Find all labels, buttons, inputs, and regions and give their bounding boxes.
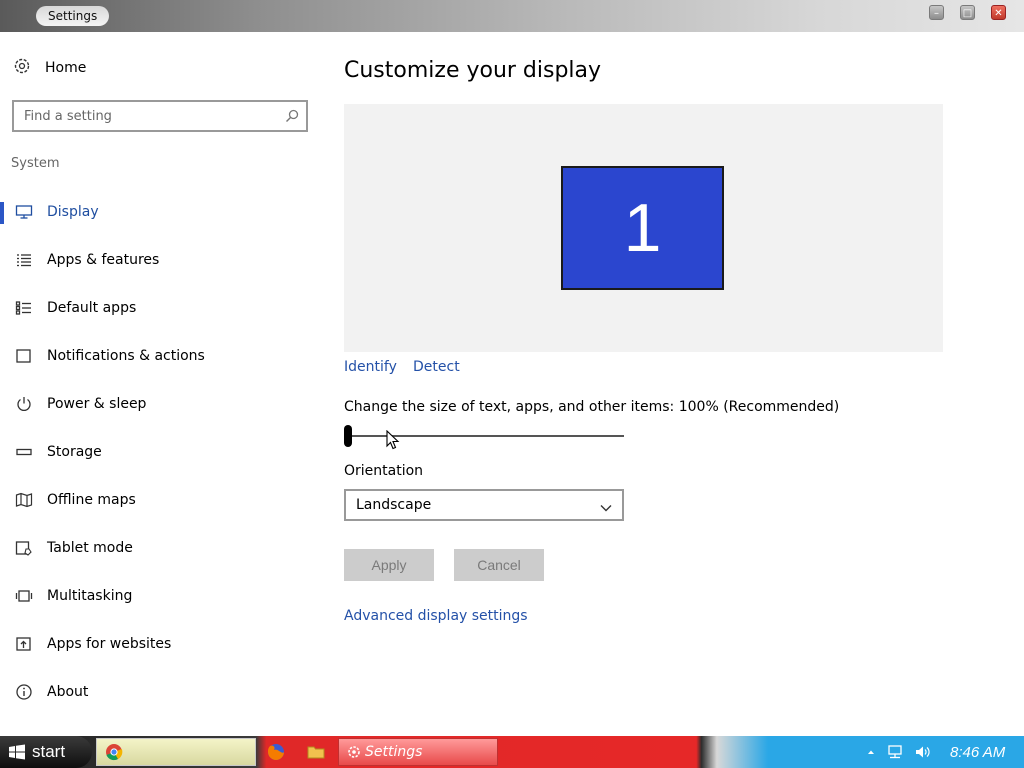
orientation-value: Landscape [356,497,432,513]
display-preview: 1 [344,104,943,352]
minimize-button[interactable]: – [929,5,944,20]
info-icon [14,682,34,702]
home-link[interactable]: Home [12,56,86,80]
search-box[interactable] [12,100,308,132]
monitor-icon [14,202,34,222]
sidebar-item-label: Power & sleep [47,396,147,412]
sidebar-item-label: Tablet mode [47,540,133,556]
folder-icon[interactable] [306,742,326,766]
sidebar-item-apps-websites[interactable]: Apps for websites [0,624,320,664]
sidebar-item-label: Storage [47,444,102,460]
title-bar: Settings – □ ✕ [0,0,1024,32]
network-icon[interactable] [886,744,904,760]
sidebar-item-label: About [47,684,89,700]
apply-button[interactable]: Apply [344,549,434,581]
home-label: Home [45,60,87,76]
sidebar-item-tablet-mode[interactable]: Tablet mode [0,528,320,568]
start-label: start [32,742,66,761]
scale-label: Change the size of text, apps, and other… [344,399,840,415]
search-icon[interactable] [285,108,299,127]
window-title: Settings [36,6,110,26]
multitask-icon [14,586,34,606]
sidebar-item-storage[interactable]: Storage [0,432,320,472]
cancel-button[interactable]: Cancel [454,549,544,581]
sidebar-item-default-apps[interactable]: Default apps [0,288,320,328]
sidebar-item-multitasking[interactable]: Multitasking [0,576,320,616]
sidebar-item-label: Multitasking [47,588,133,604]
sidebar-item-label: Apps & features [47,252,160,268]
windows-logo-icon [8,744,26,760]
notification-icon [14,346,34,366]
chevron-down-icon [599,499,613,518]
advanced-display-settings-link[interactable]: Advanced display settings [344,608,528,624]
orientation-dropdown[interactable]: Landscape [344,489,624,521]
start-button[interactable]: start [0,736,92,768]
active-indicator [0,202,4,224]
sidebar-item-label: Default apps [47,300,137,316]
sidebar-item-offline-maps[interactable]: Offline maps [0,480,320,520]
list-check-icon [14,298,34,318]
search-input[interactable] [14,102,274,130]
close-button[interactable]: ✕ [991,5,1006,20]
taskbar-item-label: Settings [365,744,423,760]
mouse-cursor-icon [386,429,400,454]
sidebar-item-display[interactable]: Display [0,192,320,232]
gear-icon [12,56,32,80]
sidebar-item-label: Offline maps [47,492,136,508]
orientation-label: Orientation [344,463,424,479]
map-icon [14,490,34,510]
monitor-tile[interactable]: 1 [561,166,724,290]
detect-link[interactable]: Detect [413,359,460,375]
page-title: Customize your display [344,58,602,83]
sidebar-item-label: Notifications & actions [47,348,205,364]
chevron-up-icon[interactable] [866,747,876,757]
identify-link[interactable]: Identify [344,359,397,375]
gear-icon [347,745,361,759]
sidebar: Home System Display Apps & features Defa… [0,32,320,736]
volume-icon[interactable] [914,744,932,760]
power-icon [14,394,34,414]
firefox-icon[interactable] [266,742,286,766]
web-app-icon [14,634,34,654]
sidebar-item-apps-features[interactable]: Apps & features [0,240,320,280]
tablet-icon [14,538,34,558]
clock: 8:46 AM [950,743,1006,761]
taskbar: start Settings 8:46 AM [0,736,1024,768]
main-content: Customize your display 1 Identify Detect… [344,32,1024,736]
list-icon [14,250,34,270]
taskbar-item-chrome[interactable] [96,738,256,766]
sidebar-item-label: Apps for websites [47,636,172,652]
sidebar-item-about[interactable]: About [0,672,320,712]
maximize-button[interactable]: □ [960,5,975,20]
sidebar-item-power-sleep[interactable]: Power & sleep [0,384,320,424]
sidebar-item-notifications[interactable]: Notifications & actions [0,336,320,376]
system-tray: 8:46 AM [856,736,1005,768]
taskbar-item-settings[interactable]: Settings [338,738,498,766]
sidebar-item-label: Display [47,204,99,220]
slider-thumb[interactable] [344,425,352,447]
storage-icon [14,442,34,462]
section-label: System [11,156,60,171]
chrome-icon [105,743,123,761]
